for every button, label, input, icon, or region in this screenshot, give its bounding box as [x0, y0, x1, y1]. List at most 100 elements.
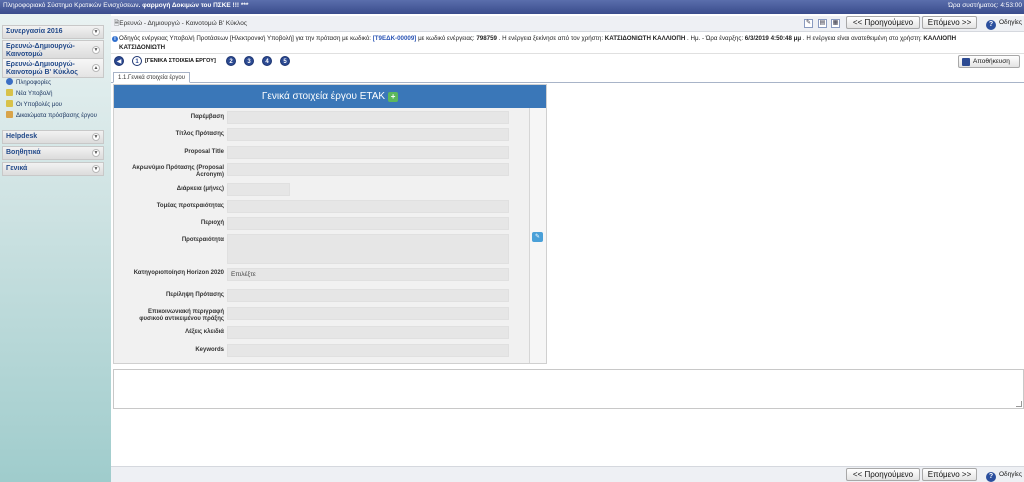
help-label: Οδηγίες	[999, 471, 1023, 478]
current-step-label: [ΓΕΝΙΚΑ ΣΤΟΙΧΕΙΑ ΕΡΓΟΥ]	[145, 58, 216, 64]
sidebar: Συνεργασία 2016 ▼ Ερευνώ-Δημιουργώ-Καινο…	[0, 14, 111, 482]
proposal-code[interactable]: [Τ9ΕΔΚ-00009]	[373, 35, 417, 42]
field-sector[interactable]	[227, 200, 509, 213]
save-label: Αποθήκευση	[973, 58, 1010, 65]
chevron-down-icon: ▼	[92, 165, 100, 173]
notes-textarea[interactable]	[113, 369, 1024, 409]
info-text: με κωδικό ενέργειας:	[416, 35, 477, 42]
field-acronym[interactable]	[227, 163, 509, 176]
field-region[interactable]	[227, 217, 509, 230]
sidebar-item-access-rights[interactable]: Δικαιώματα πρόσβασης έργου	[2, 111, 104, 122]
field-label-priority: Προτεραιότητα	[181, 237, 224, 243]
info-text: . Η ενέργεια ξεκίνησε από τον χρήστη:	[497, 35, 605, 42]
info-text: Οδηγός ενέργειας Υποβολή Προτάσεων [Ηλεκ…	[119, 35, 373, 42]
field-summary[interactable]	[227, 289, 509, 302]
help-button[interactable]: ? Οδηγίες	[986, 16, 1023, 30]
resize-grip-icon[interactable]	[1016, 401, 1022, 407]
sidebar-section-label: Ερευνώ-Δημιουργώ-Καινοτομώ	[6, 43, 75, 58]
field-label-sector: Τομέας προτεραιότητας	[156, 203, 224, 209]
field-label-title-gr: Τίτλος Πρότασης	[175, 131, 224, 137]
folder-icon	[6, 100, 13, 107]
step-1-button[interactable]: 1	[132, 56, 142, 66]
assigned-user-last: ΚΑΤΣΙΔΟΝΙΩΤΗ	[119, 44, 166, 51]
field-horizon-select[interactable]: Επιλέξτε	[227, 268, 509, 281]
assigned-user-first: ΚΑΛΛΙΟΠΗ	[923, 35, 957, 42]
field-duration[interactable]	[227, 183, 290, 196]
info-icon: i	[112, 36, 118, 42]
field-communication[interactable]	[227, 307, 509, 320]
add-icon[interactable]: +	[388, 92, 399, 102]
info-text: . Η ενέργεια είναι ανατεθειμένη στο χρήσ…	[801, 35, 924, 42]
footer-prev-button[interactable]: << Προηγούμενο	[846, 468, 920, 481]
field-label-keywords-gr: Λέξεις κλειδιά	[185, 329, 224, 335]
panel-heading: Γενικά στοιχεία έργου ΕΤΑΚ +	[114, 85, 546, 108]
field-label-paremvasi: Παρέμβαση	[190, 114, 224, 120]
breadcrumb: 🗎Ερευνώ - Δημιουργώ - Καινοτομώ Β' Κύκλο…	[114, 19, 247, 30]
field-title-en[interactable]	[227, 146, 509, 159]
sidebar-section-helpdesk[interactable]: Helpdesk ▼	[2, 130, 104, 144]
sidebar-section-genika[interactable]: Γενικά ▼	[2, 162, 104, 176]
sidebar-section-label: Βοηθητικά	[6, 149, 41, 156]
field-title-gr[interactable]	[227, 128, 509, 141]
key-icon	[6, 111, 13, 118]
field-label-region: Περιοχή	[200, 220, 224, 226]
save-disk-icon	[962, 58, 970, 66]
step-5-button[interactable]: 5	[280, 56, 290, 66]
field-label-acronym: Ακρωνύμιο Πρότασης (Proposal Acronym)	[132, 165, 224, 178]
sidebar-section-label: Helpdesk	[6, 133, 38, 140]
field-label-summary: Περίληψη Πρότασης	[165, 292, 224, 298]
save-button[interactable]: Αποθήκευση	[958, 55, 1020, 68]
sidebar-section-erevno-b[interactable]: Ερευνώ-Δημιουργώ-Καινοτομώ Β' Κύκλος ▲	[2, 58, 104, 78]
page-footer: << Προηγούμενο Επόμενο >> ? Οδηγίες	[111, 466, 1024, 482]
next-button[interactable]: Επόμενο >>	[922, 16, 977, 29]
field-keywords-en[interactable]	[227, 344, 509, 357]
app-title-bar: Πληροφοριακό Σύστημο Κρατικών Ενισχύσεων…	[0, 0, 1024, 14]
chevron-down-icon: ▼	[92, 149, 100, 157]
general-info-panel: Γενικά στοιχεία έργου ΕΤΑΚ + Παρέμβαση Τί…	[113, 84, 547, 364]
tab-general-info[interactable]: 1.1.Γενικά στοιχεία έργου	[113, 72, 191, 83]
sidebar-item-my-submissions[interactable]: Οι Υποβολές μου	[2, 100, 104, 111]
sidebar-item-label: Δικαιώματα πρόσβασης έργου	[16, 113, 97, 119]
edit-icon[interactable]: ✎	[532, 232, 543, 242]
sidebar-section-synergasia[interactable]: Συνεργασία 2016 ▼	[2, 25, 104, 39]
export-icon[interactable]: ▤	[818, 19, 827, 28]
sidebar-section-voithitika[interactable]: Βοηθητικά ▼	[2, 146, 104, 160]
step-4-button[interactable]: 4	[262, 56, 272, 66]
app-title: Πληροφοριακό Σύστημο Κρατικών Ενισχύσεων…	[3, 2, 249, 9]
field-label-title-en: Proposal Title	[184, 149, 224, 155]
sidebar-section-erevno[interactable]: Ερευνώ-Δημιουργώ-Καινοτομώ ▼	[2, 40, 104, 59]
field-label-communication: Επικοινωνιακή περιγραφή φυσικού αντικειμ…	[139, 309, 224, 322]
info-text: . Ημ. - Ώρα έναρξης:	[685, 35, 745, 42]
prev-button[interactable]: << Προηγούμενο	[846, 16, 920, 29]
tab-strip: 1.1.Γενικά στοιχεία έργου	[111, 71, 1024, 83]
step-3-button[interactable]: 3	[244, 56, 254, 66]
step-2-button[interactable]: 2	[226, 56, 236, 66]
sidebar-submenu: Πληροφορίες Νέα Υποβολή Οι Υποβολές μου …	[2, 78, 104, 122]
field-priority[interactable]	[227, 234, 509, 264]
print-icon[interactable]: ▦	[831, 19, 840, 28]
chevron-down-icon: ▼	[92, 45, 100, 54]
field-paremvasi[interactable]	[227, 111, 509, 124]
help-label: Οδηγίες	[999, 19, 1023, 26]
footer-help-button[interactable]: ? Οδηγίες	[986, 468, 1023, 482]
edit-icon[interactable]: ✎	[804, 19, 813, 28]
wizard-steps: ◀ 1 [ΓΕΝΙΚΑ ΣΤΟΙΧΕΙΑ ΕΡΓΟΥ] 2 3 4 5 Αποθ…	[111, 54, 1024, 68]
field-label-horizon: Κατηγοριοποίηση Horizon 2020	[133, 270, 224, 276]
chevron-down-icon: ▼	[92, 28, 100, 36]
sidebar-section-label: Συνεργασία 2016	[6, 28, 63, 35]
page-header: 🗎Ερευνώ - Δημιουργώ - Καινοτομώ Β' Κύκλο…	[111, 16, 1024, 32]
sidebar-item-new-submission[interactable]: Νέα Υποβολή	[2, 89, 104, 100]
field-keywords-gr[interactable]	[227, 326, 509, 339]
action-info-bar: i Οδηγός ενέργειας Υποβολή Προτάσεων [Ηλ…	[111, 34, 1024, 54]
step-back-button[interactable]: ◀	[114, 56, 124, 66]
sidebar-section-label: Γενικά	[6, 165, 28, 172]
chevron-up-icon: ▲	[92, 64, 100, 72]
new-document-icon	[6, 89, 13, 96]
chevron-down-icon: ▼	[92, 133, 100, 141]
sidebar-item-info[interactable]: Πληροφορίες	[2, 78, 104, 89]
sidebar-item-label: Νέα Υποβολή	[16, 91, 53, 97]
breadcrumb-text: Ερευνώ - Δημιουργώ - Καινοτομώ Β' Κύκλος	[119, 20, 247, 27]
footer-next-button[interactable]: Επόμενο >>	[922, 468, 977, 481]
panel-title: Γενικά στοιχεία έργου ΕΤΑΚ	[261, 91, 386, 102]
action-code: 798759	[476, 35, 497, 42]
